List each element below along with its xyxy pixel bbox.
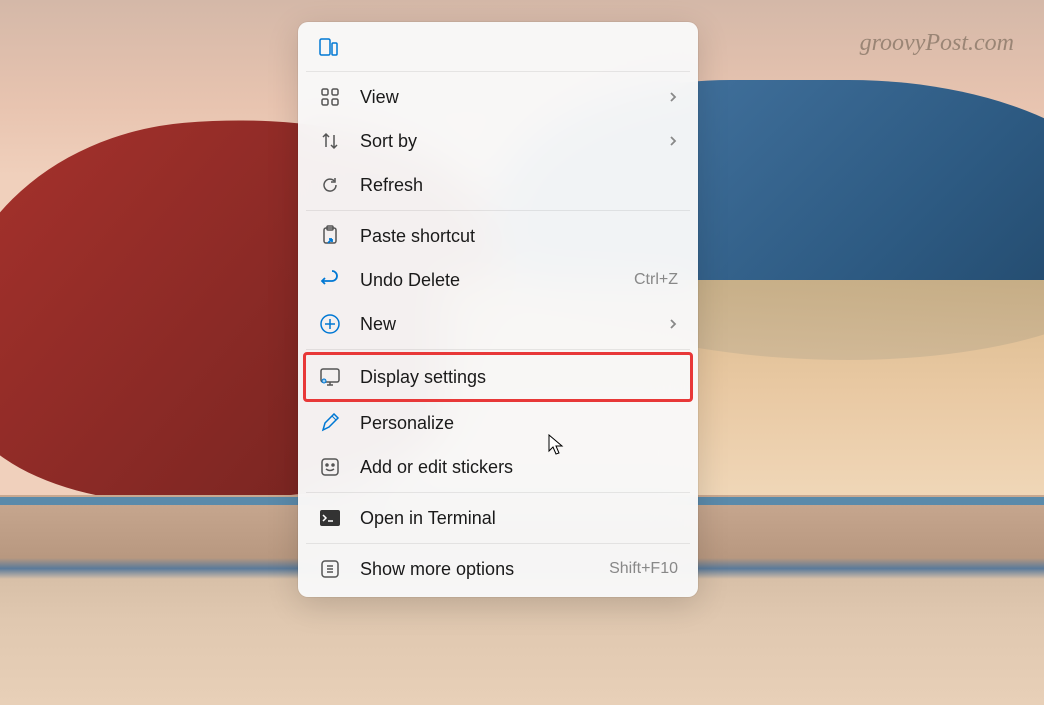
- menu-item-display-settings[interactable]: Display settings: [303, 352, 693, 402]
- undo-icon: [318, 268, 342, 292]
- menu-label: View: [360, 87, 668, 108]
- menu-item-show-more-options[interactable]: Show more options Shift+F10: [304, 547, 692, 591]
- stickers-icon: [318, 455, 342, 479]
- menu-divider: [306, 349, 690, 350]
- menu-label: Display settings: [360, 367, 678, 388]
- menu-label: Add or edit stickers: [360, 457, 678, 478]
- menu-divider: [306, 71, 690, 72]
- view-icon: [318, 85, 342, 109]
- chevron-right-icon: [668, 317, 678, 331]
- menu-header-row: [304, 28, 692, 68]
- menu-shortcut: Shift+F10: [609, 560, 678, 578]
- menu-item-open-terminal[interactable]: Open in Terminal: [304, 496, 692, 540]
- menu-item-add-stickers[interactable]: Add or edit stickers: [304, 445, 692, 489]
- menu-item-view[interactable]: View: [304, 75, 692, 119]
- menu-item-paste-shortcut[interactable]: Paste shortcut: [304, 214, 692, 258]
- menu-label: Personalize: [360, 413, 678, 434]
- menu-item-personalize[interactable]: Personalize: [304, 401, 692, 445]
- menu-label: Open in Terminal: [360, 508, 678, 529]
- paste-shortcut-icon: [318, 224, 342, 248]
- chevron-right-icon: [668, 90, 678, 104]
- menu-item-sort-by[interactable]: Sort by: [304, 119, 692, 163]
- refresh-icon: [318, 173, 342, 197]
- menu-label: Show more options: [360, 559, 609, 580]
- new-icon: [318, 312, 342, 336]
- sort-icon: [318, 129, 342, 153]
- desktop-context-menu: View Sort by Refresh: [298, 22, 698, 597]
- menu-item-refresh[interactable]: Refresh: [304, 163, 692, 207]
- chevron-right-icon: [668, 134, 678, 148]
- display-settings-icon: [318, 365, 342, 389]
- menu-divider: [306, 210, 690, 211]
- menu-label: Paste shortcut: [360, 226, 678, 247]
- menu-shortcut: Ctrl+Z: [634, 271, 678, 289]
- menu-label: Sort by: [360, 131, 668, 152]
- menu-label: Refresh: [360, 175, 678, 196]
- menu-divider: [306, 543, 690, 544]
- menu-divider: [306, 492, 690, 493]
- menu-label: Undo Delete: [360, 270, 634, 291]
- show-more-icon: [318, 557, 342, 581]
- menu-label: New: [360, 314, 668, 335]
- layout-icon[interactable]: [316, 36, 340, 60]
- menu-item-undo-delete[interactable]: Undo Delete Ctrl+Z: [304, 258, 692, 302]
- personalize-icon: [318, 411, 342, 435]
- menu-item-new[interactable]: New: [304, 302, 692, 346]
- terminal-icon: [318, 506, 342, 530]
- watermark-text: groovyPost.com: [860, 30, 1014, 57]
